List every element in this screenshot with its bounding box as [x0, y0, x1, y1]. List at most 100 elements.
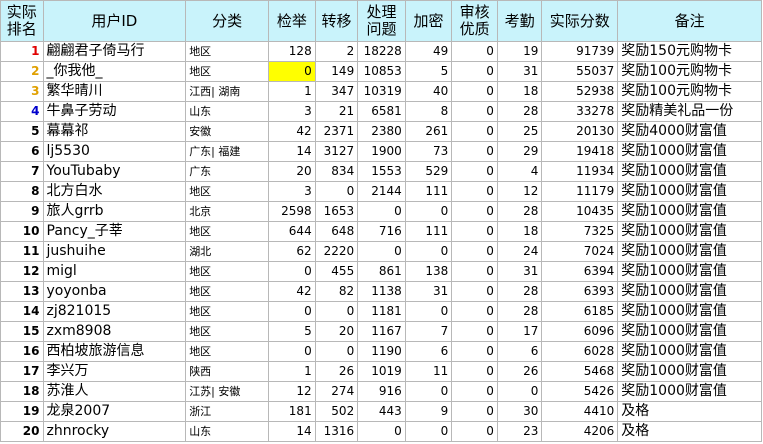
- table-row: 4 牛鼻子劳动 山东 3 21 6581 8 0 28 33278 奖励精美礼品一份: [0, 101, 762, 122]
- transfer-cell: 149: [314, 61, 359, 82]
- handle-cell: 1190: [357, 341, 406, 362]
- category-cell: 地区: [185, 301, 270, 322]
- table-row: 15 zxm8908 地区 5 20 1167 7 0 17 6096 奖励1000财富值: [0, 321, 762, 342]
- report-cell: 128: [268, 41, 316, 62]
- handle-cell: 10853: [357, 61, 406, 82]
- score-cell: 6185: [541, 301, 619, 322]
- rank-cell: 4: [0, 101, 44, 122]
- quality-cell: 0: [451, 241, 498, 262]
- table-row: 11 jushuihe 湖北 62 2220 0 0 0 24 7024 奖励1000财富值: [0, 241, 762, 262]
- rank-cell: 19: [0, 401, 44, 422]
- rank-cell: 9: [0, 201, 44, 222]
- report-cell: 0: [268, 301, 316, 322]
- attendance-cell: 19: [496, 41, 543, 62]
- quality-cell: 0: [451, 421, 498, 442]
- rank-cell: 15: [0, 321, 44, 342]
- ranking-table: 实际 排名 用户ID 分类 检举 转移 处理 问题 加密 审核 优质 考勤 实际分数 …: [0, 0, 762, 442]
- note-cell: 奖励100元购物卡: [617, 61, 762, 82]
- attendance-cell: 29: [496, 141, 543, 162]
- encrypt-cell: 111: [404, 181, 453, 202]
- user-id-cell: zj821015: [42, 301, 187, 322]
- encrypt-cell: 0: [404, 301, 453, 322]
- user-id-cell: 牛鼻子劳动: [42, 101, 187, 122]
- rank-cell: 7: [0, 161, 44, 182]
- attendance-cell: 4: [496, 161, 543, 182]
- user-id-cell: Pancy_子莘: [42, 221, 187, 242]
- category-cell: 地区: [185, 41, 270, 62]
- handle-cell: 0: [357, 201, 406, 222]
- transfer-cell: 1316: [314, 421, 359, 442]
- transfer-cell: 2220: [314, 241, 359, 262]
- attendance-cell: 24: [496, 241, 543, 262]
- handle-cell: 1167: [357, 321, 406, 342]
- rank-cell: 8: [0, 181, 44, 202]
- score-cell: 19418: [541, 141, 619, 162]
- encrypt-cell: 9: [404, 401, 453, 422]
- encrypt-cell: 261: [404, 121, 453, 142]
- attendance-cell: 23: [496, 421, 543, 442]
- transfer-cell: 82: [314, 281, 359, 302]
- score-cell: 11179: [541, 181, 619, 202]
- attendance-cell: 12: [496, 181, 543, 202]
- category-cell: 浙江: [185, 401, 270, 422]
- user-id-cell: 翩翩君子倚马行: [42, 41, 187, 62]
- handle-cell: 1019: [357, 361, 406, 382]
- attendance-cell: 28: [496, 201, 543, 222]
- transfer-cell: 0: [314, 341, 359, 362]
- quality-cell: 0: [451, 101, 498, 122]
- handle-cell: 443: [357, 401, 406, 422]
- rank-cell: 1: [0, 41, 44, 62]
- score-cell: 20130: [541, 121, 619, 142]
- note-cell: 奖励1000财富值: [617, 361, 762, 382]
- score-cell: 7325: [541, 221, 619, 242]
- col-header-score: 实际分数: [541, 0, 619, 42]
- handle-cell: 10319: [357, 81, 406, 102]
- encrypt-cell: 0: [404, 421, 453, 442]
- table-row: 1 翩翩君子倚马行 地区 128 2 18228 49 0 19 91739 奖励150元购物卡: [0, 41, 762, 62]
- encrypt-cell: 0: [404, 241, 453, 262]
- report-cell: 42: [268, 121, 316, 142]
- category-cell: 山东: [185, 421, 270, 442]
- transfer-cell: 455: [314, 261, 359, 282]
- rank-cell: 3: [0, 81, 44, 102]
- table-row: 17 李兴万 陕西 1 26 1019 11 0 26 5468 奖励1000财富值: [0, 361, 762, 382]
- table-row: 19 龙泉2007 浙江 181 502 443 9 0 30 4410 及格: [0, 401, 762, 422]
- attendance-cell: 31: [496, 261, 543, 282]
- rank-cell: 6: [0, 141, 44, 162]
- encrypt-cell: 73: [404, 141, 453, 162]
- note-cell: 奖励1000财富值: [617, 381, 762, 402]
- table-row: 3 繁华晴川 江西| 湖南 1 347 10319 40 0 18 52938 奖励100元购物卡: [0, 81, 762, 102]
- report-cell: 2598: [268, 201, 316, 222]
- handle-cell: 1900: [357, 141, 406, 162]
- header-row: 实际 排名 用户ID 分类 检举 转移 处理 问题 加密 审核 优质 考勤 实际分数 …: [0, 0, 762, 42]
- handle-cell: 0: [357, 241, 406, 262]
- user-id-cell: jushuihe: [42, 241, 187, 262]
- score-cell: 55037: [541, 61, 619, 82]
- quality-cell: 0: [451, 301, 498, 322]
- table-row: 14 zj821015 地区 0 0 1181 0 0 28 6185 奖励1000财富值: [0, 301, 762, 322]
- handle-cell: 0: [357, 421, 406, 442]
- report-cell: 3: [268, 181, 316, 202]
- score-cell: 6393: [541, 281, 619, 302]
- note-cell: 奖励1000财富值: [617, 301, 762, 322]
- category-cell: 江苏| 安徽: [185, 381, 270, 402]
- quality-cell: 0: [451, 41, 498, 62]
- score-cell: 6028: [541, 341, 619, 362]
- transfer-cell: 1653: [314, 201, 359, 222]
- score-cell: 6096: [541, 321, 619, 342]
- rank-cell: 20: [0, 421, 44, 442]
- category-cell: 湖北: [185, 241, 270, 262]
- col-header-user-id: 用户ID: [42, 0, 187, 42]
- encrypt-cell: 11: [404, 361, 453, 382]
- score-cell: 52938: [541, 81, 619, 102]
- transfer-cell: 0: [314, 181, 359, 202]
- encrypt-cell: 8: [404, 101, 453, 122]
- rank-cell: 17: [0, 361, 44, 382]
- quality-cell: 0: [451, 361, 498, 382]
- handle-cell: 861: [357, 261, 406, 282]
- encrypt-cell: 138: [404, 261, 453, 282]
- encrypt-cell: 529: [404, 161, 453, 182]
- table-row: 12 migl 地区 0 455 861 138 0 31 6394 奖励1000财富值: [0, 261, 762, 282]
- note-cell: 奖励1000财富值: [617, 161, 762, 182]
- rank-cell: 14: [0, 301, 44, 322]
